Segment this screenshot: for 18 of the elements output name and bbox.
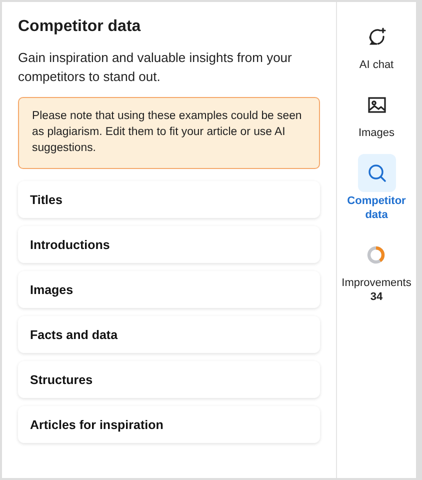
plagiarism-notice: Please note that using these examples could be seen as plagiarism. Edit them to fit your article or use AI suggestions. <box>18 97 320 169</box>
section-card[interactable]: Facts and data <box>18 316 320 353</box>
section-card[interactable]: Titles <box>18 181 320 218</box>
improvements-count: 34 <box>370 290 383 304</box>
sidebar-label: Images <box>358 126 395 140</box>
panel-description: Gain inspiration and valuable insights from your competitors to stand out. <box>18 49 293 86</box>
section-card[interactable]: Articles for inspiration <box>18 406 320 443</box>
section-card[interactable]: Images <box>18 271 320 308</box>
chat-bubble-icon <box>366 27 386 47</box>
image-icon <box>366 95 386 115</box>
progress-ring-icon <box>366 245 386 265</box>
section-card[interactable]: Structures <box>18 361 320 398</box>
search-icon <box>366 163 386 183</box>
sidebar-label: Competitor data <box>346 194 406 222</box>
section-card[interactable]: Introductions <box>18 226 320 263</box>
sidebar-label: Improvements <box>342 276 412 290</box>
sidebar-label: AI chat <box>359 58 394 72</box>
panel-title: Competitor data <box>18 18 142 36</box>
